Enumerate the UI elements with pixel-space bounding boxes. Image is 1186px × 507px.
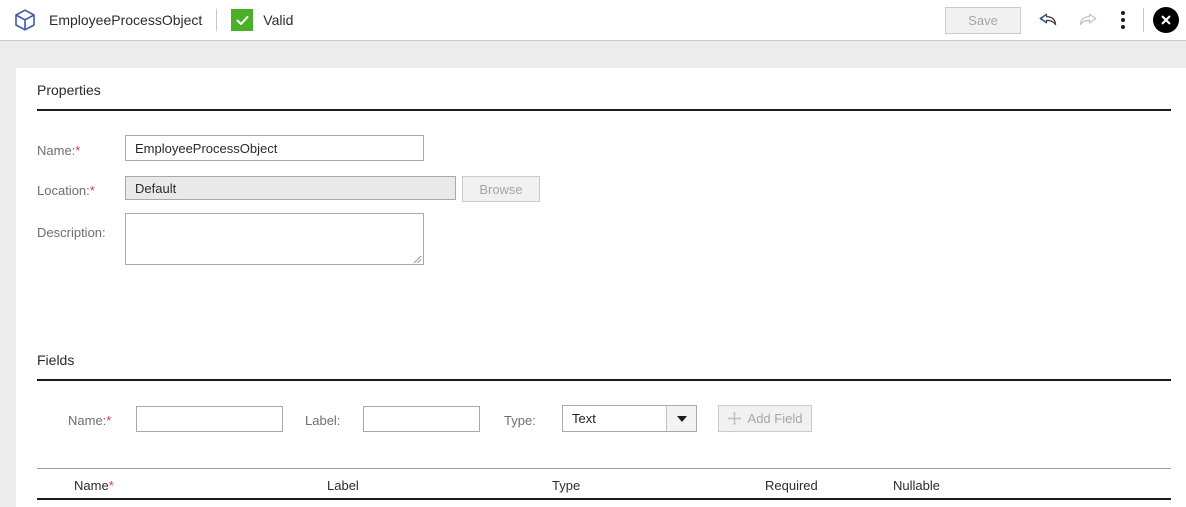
location-input[interactable]: [125, 176, 456, 200]
chrome-strip-top: [0, 41, 1186, 68]
add-field-label: Add Field: [747, 411, 803, 426]
field-label-input[interactable]: [363, 406, 480, 432]
app-header: EmployeeProcessObject Valid Save: [0, 0, 1186, 41]
field-name-required-asterisk: *: [106, 413, 112, 428]
kebab-dot: [1121, 18, 1125, 22]
description-textarea[interactable]: [125, 213, 424, 265]
properties-section-rule: [37, 109, 1171, 111]
field-type-label: Type:: [504, 413, 536, 428]
plus-icon: [728, 412, 741, 425]
name-required-asterisk: *: [75, 143, 81, 158]
location-label: Location:*: [37, 183, 95, 198]
fields-table-header: Name* Label Type Required Nullable: [37, 468, 1171, 500]
fields-section-title: Fields: [37, 352, 75, 368]
status-label: Valid: [263, 12, 294, 28]
field-name-label-text: Name:: [68, 413, 107, 428]
field-name-input[interactable]: [136, 406, 283, 432]
name-label: Name:*: [37, 143, 80, 158]
field-label-label: Label:: [305, 413, 341, 428]
kebab-dot: [1121, 11, 1125, 15]
field-type-value: Text: [572, 411, 596, 426]
kebab-menu-icon[interactable]: [1110, 4, 1136, 36]
check-icon: [231, 9, 254, 31]
redo-arrow-icon: [1072, 4, 1104, 36]
name-input[interactable]: [125, 135, 424, 161]
properties-section-title: Properties: [37, 82, 101, 98]
editor-panel: Properties Name:* Location:* Browse Desc…: [16, 68, 1186, 507]
column-header-name-asterisk: *: [108, 478, 114, 493]
column-header-required[interactable]: Required: [765, 478, 818, 493]
chrome-strip-left: [0, 68, 16, 507]
cube-icon: [12, 7, 38, 33]
header-divider: [216, 9, 218, 31]
fields-section-rule: [37, 379, 1171, 381]
description-label: Description:: [37, 225, 106, 240]
kebab-dot: [1121, 25, 1125, 29]
name-label-text: Name:: [37, 143, 76, 158]
header-right-divider: [1143, 8, 1144, 32]
location-label-text: Location:: [37, 183, 90, 198]
browse-button[interactable]: Browse: [462, 176, 540, 202]
header-left-group: EmployeeProcessObject Valid: [12, 0, 293, 40]
chevron-down-icon[interactable]: [666, 406, 696, 431]
field-type-select[interactable]: Text: [562, 405, 697, 432]
close-circle-icon[interactable]: [1153, 7, 1179, 33]
undo-arrow-icon[interactable]: [1032, 4, 1064, 36]
object-title: EmployeeProcessObject: [49, 12, 203, 28]
column-header-name-text: Name: [74, 478, 109, 493]
add-field-button[interactable]: Add Field: [718, 405, 812, 432]
caret-shape: [676, 415, 687, 422]
save-button[interactable]: Save: [945, 6, 1021, 34]
column-header-nullable[interactable]: Nullable: [893, 478, 940, 493]
location-required-asterisk: *: [89, 183, 95, 198]
header-right-group: Save: [945, 0, 1186, 40]
column-header-type[interactable]: Type: [552, 478, 580, 493]
column-header-label[interactable]: Label: [327, 478, 359, 493]
field-name-label: Name:*: [68, 413, 111, 428]
column-header-name[interactable]: Name*: [74, 478, 114, 493]
